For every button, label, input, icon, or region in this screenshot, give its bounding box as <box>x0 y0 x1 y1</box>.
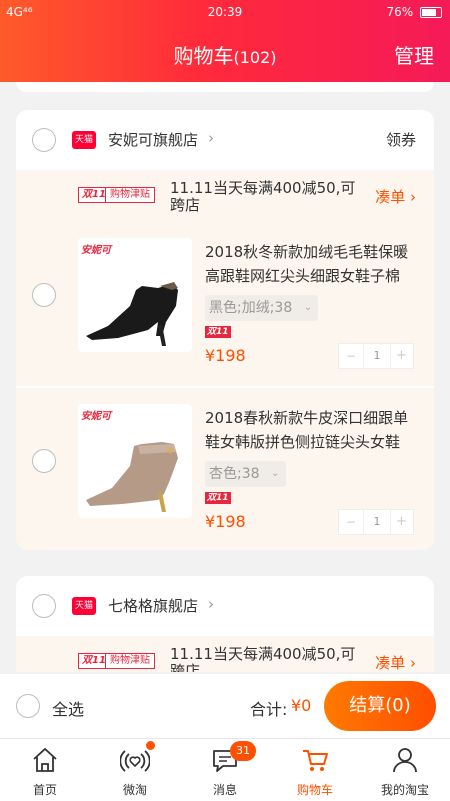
double11-badge: 双11 <box>205 326 231 338</box>
item-price: ¥198 <box>205 512 246 531</box>
sku-text: 杏色;38 <box>209 466 260 482</box>
quantity-input[interactable]: 1 <box>363 510 391 534</box>
battery-icon <box>420 7 442 18</box>
add-on-button[interactable]: 凑单 › <box>375 652 416 672</box>
chevron-down-icon: ⌄ <box>271 468 280 479</box>
item-price: ¥198 <box>205 346 246 365</box>
coupon-button[interactable]: 领券 <box>386 129 416 150</box>
profile-icon <box>393 748 417 773</box>
chevron-right-icon: › <box>410 188 416 206</box>
tab-label: 购物车 <box>296 783 333 797</box>
tab-messages[interactable]: 31 消息 <box>180 739 270 801</box>
shop-name[interactable]: 安妮可旗舰店 <box>108 129 198 150</box>
tmall-icon: 天猫 <box>72 597 96 615</box>
page-title-text: 购物车 <box>173 44 234 68</box>
tmall-icon: 天猫 <box>72 131 96 149</box>
sku-text: 黑色;加绒;38 <box>209 300 293 316</box>
add-on-label: 凑单 <box>375 654 406 672</box>
decrease-button[interactable]: − <box>339 344 363 368</box>
checkout-bar: 全选 合计: ¥0 结算(0) <box>0 674 450 738</box>
message-badge: 31 <box>230 741 256 761</box>
select-all-radio[interactable] <box>16 694 40 718</box>
shop-select-radio[interactable] <box>32 594 56 618</box>
tab-label: 微淘 <box>122 783 147 797</box>
chevron-right-icon: › <box>410 654 416 672</box>
promo-banner: 双11 购物津贴 11.11当天每满400减50,可跨店 凑单 › <box>16 170 434 222</box>
bottom-tab-bar: 首页 微淘 31 消息 购物车 我的淘宝 <box>0 738 450 801</box>
add-on-button[interactable]: 凑单 › <box>375 186 416 207</box>
allowance-tag: 购物津贴 <box>105 187 155 203</box>
page-title: 购物车(102) <box>0 40 450 69</box>
quantity-stepper: − 1 + <box>338 343 414 369</box>
quantity-stepper: − 1 + <box>338 509 414 535</box>
product-title[interactable]: 2018春秋新款牛皮深口细跟单鞋女韩版拼色侧拉链尖头女鞋高... <box>205 406 423 454</box>
status-bar: 4G⁴⁶ 20:39 76% <box>0 4 450 22</box>
item-select-radio[interactable] <box>32 449 56 473</box>
shop-header: 天猫 安妮可旗舰店 › 领券 <box>16 110 434 170</box>
shop-select-radio[interactable] <box>32 128 56 152</box>
quantity-input[interactable]: 1 <box>363 344 391 368</box>
shop-card: 天猫 安妮可旗舰店 › 领券 双11 购物津贴 11.11当天每满400减50,… <box>16 110 434 550</box>
chevron-down-icon: ⌄ <box>303 302 313 313</box>
cart-item: 安妮可 2018春秋新款牛皮深口细跟单鞋女韩版拼色侧拉链尖头女鞋高... 杏色;… <box>16 388 434 550</box>
weitao-icon <box>120 750 150 772</box>
tab-label: 首页 <box>32 783 57 797</box>
notification-dot <box>146 741 155 750</box>
sku-selector[interactable]: 黑色;加绒;38 ⌄ <box>205 295 319 321</box>
sku-selector[interactable]: 杏色;38 ⌄ <box>205 461 286 487</box>
tab-weitao[interactable]: 微淘 <box>90 739 180 801</box>
total-value: ¥0 <box>291 696 312 715</box>
increase-button[interactable]: + <box>390 510 413 534</box>
manage-button[interactable]: 管理 <box>394 40 434 69</box>
promo-text: 11.11当天每满400减50,可跨店 <box>170 179 356 214</box>
shop-header: 天猫 七格格旗舰店 › <box>16 576 434 636</box>
tab-profile[interactable]: 我的淘宝 <box>360 739 450 801</box>
shop-card: 天猫 七格格旗舰店 › 双11 购物津贴 11.11当天每满400减50,可跨店… <box>16 576 434 672</box>
tab-label: 我的淘宝 <box>380 783 429 797</box>
item-select-radio[interactable] <box>32 283 56 307</box>
product-image[interactable]: 安妮可 <box>78 404 192 518</box>
battery-percent: 76% <box>386 5 414 19</box>
double11-badge: 双11 <box>205 492 231 504</box>
increase-button[interactable]: + <box>390 344 413 368</box>
tab-home[interactable]: 首页 <box>0 739 90 801</box>
home-icon <box>33 747 57 772</box>
brand-logo: 安妮可 <box>81 245 111 256</box>
previous-card-edge <box>16 82 434 92</box>
brand-logo: 安妮可 <box>81 411 111 422</box>
settle-button[interactable]: 结算(0) <box>324 681 436 731</box>
status-time: 20:39 <box>207 5 243 19</box>
product-title[interactable]: 2018秋冬新款加绒毛毛鞋保暖高跟鞋网红尖头细跟女鞋子棉鞋... <box>205 240 423 288</box>
cart-item: 安妮可 2018秋冬新款加绒毛毛鞋保暖高跟鞋网红尖头细跟女鞋子棉鞋... 黑色;… <box>16 222 434 386</box>
app-header: 4G⁴⁶ 20:39 76% 购物车(102) 管理 <box>0 0 450 82</box>
promo-banner: 双11 购物津贴 11.11当天每满400减50,可跨店 凑单 › <box>16 636 434 672</box>
product-image[interactable]: 安妮可 <box>78 238 192 352</box>
allowance-tag: 购物津贴 <box>105 653 155 669</box>
shop-name[interactable]: 七格格旗舰店 <box>108 595 198 616</box>
cart-count: (102) <box>233 48 277 67</box>
cart-list[interactable]: 天猫 安妮可旗舰店 › 领券 双11 购物津贴 11.11当天每满400减50,… <box>0 82 450 672</box>
cart-icon <box>303 750 328 771</box>
select-all-label[interactable]: 全选 <box>52 696 84 720</box>
decrease-button[interactable]: − <box>339 510 363 534</box>
total-label: 合计: <box>250 700 288 719</box>
promo-text: 11.11当天每满400减50,可跨店 <box>170 645 356 673</box>
chevron-right-icon[interactable]: › <box>208 595 214 613</box>
tab-label: 消息 <box>212 783 237 797</box>
chevron-right-icon[interactable]: › <box>208 129 214 147</box>
tab-cart[interactable]: 购物车 <box>270 739 360 801</box>
battery-indicator: 76% <box>386 5 442 19</box>
add-on-label: 凑单 <box>375 188 406 206</box>
